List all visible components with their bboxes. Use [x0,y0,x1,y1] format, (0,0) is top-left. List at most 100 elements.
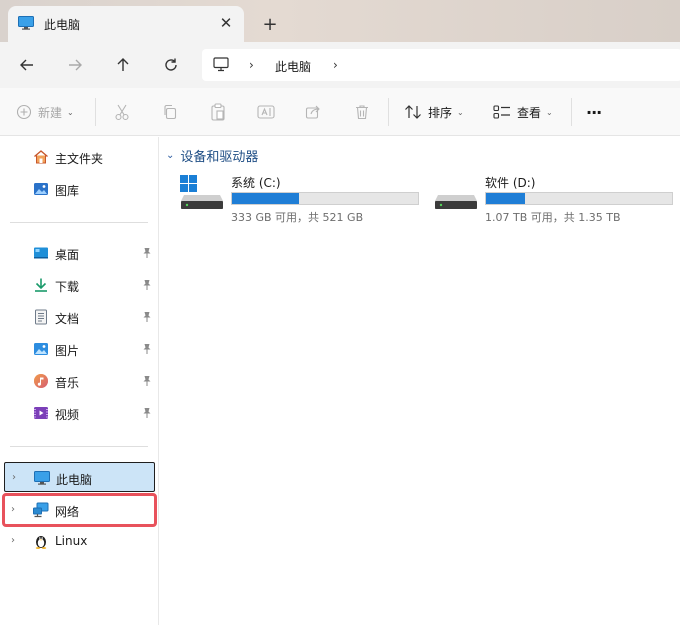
sidebar-item-label: 桌面 [55,248,80,262]
sidebar-item-label: 网络 [55,505,80,519]
title-bar: 此电脑 ✕ + [0,0,680,42]
sidebar-item-label: 此电脑 [56,473,93,487]
sidebar-item-desktop[interactable]: 桌面 [4,238,155,268]
rename-button[interactable] [257,100,275,124]
scissors-icon [115,104,129,121]
monitor-icon [34,470,50,486]
drive-usage-bar [485,192,673,205]
sidebar-item-label: 下载 [55,280,80,294]
refresh-icon [165,58,177,71]
sidebar-item-home[interactable]: 主文件夹 [4,142,155,172]
home-icon [33,149,49,165]
linux-penguin-icon [33,533,49,549]
chevron-down-icon: ⌄ [546,107,553,117]
sidebar-item-pictures[interactable]: 图片 [4,334,155,364]
chevron-right-icon[interactable]: › [11,535,15,546]
plus-circle-icon [16,104,32,120]
copy-button[interactable] [162,100,178,124]
video-icon [33,405,49,421]
picture-icon [33,341,49,357]
pin-icon[interactable] [142,279,152,294]
drive-usage-fill [232,193,300,204]
new-tab-button[interactable]: + [258,12,282,36]
divider [95,98,96,126]
sort-button[interactable]: 排序 ⌄ [404,100,464,124]
music-icon [33,373,49,389]
sidebar-divider [10,222,148,223]
chevron-down-icon: ⌄ [67,107,74,117]
close-tab-icon[interactable]: ✕ [216,13,236,33]
view-button[interactable]: 查看 ⌄ [493,100,553,124]
share-icon [305,105,320,119]
gallery-icon [33,181,49,197]
breadcrumb-separator[interactable]: › [249,58,254,72]
sidebar-item-documents[interactable]: 文档 [4,302,155,332]
drive-c[interactable]: 系统 (C:) 333 GB 可用，共 521 GB [180,173,430,225]
clipboard-icon [211,103,225,121]
sidebar-item-gallery[interactable]: 图库 [4,174,155,204]
refresh-button[interactable] [156,50,186,80]
more-options-button[interactable]: ··· [586,100,602,124]
drive-name: 系统 (C:) [231,176,281,190]
document-icon [33,309,49,325]
delete-button[interactable] [354,100,370,124]
drive-name: 软件 (D:) [485,176,536,190]
new-button[interactable]: 新建 ⌄ [16,100,74,124]
sidebar-item-label: 主文件夹 [55,152,104,166]
breadcrumb-this-pc[interactable]: 此电脑 [275,58,311,75]
drive-space-info: 333 GB 可用，共 521 GB [231,211,364,224]
chevron-down-icon[interactable]: ⌄ [166,150,174,161]
sidebar-item-this-pc[interactable]: › 此电脑 [4,462,155,492]
pin-icon[interactable] [142,375,152,390]
new-label: 新建 [38,105,63,120]
drive-d[interactable]: 软件 (D:) 1.07 TB 可用，共 1.35 TB [434,173,680,225]
drive-space-info: 1.07 TB 可用，共 1.35 TB [485,211,621,224]
sidebar-item-music[interactable]: 音乐 [4,366,155,396]
monitor-icon [18,16,34,33]
navigation-bar: › 此电脑 › [0,42,680,88]
chevron-right-icon[interactable]: › [11,504,15,515]
trash-icon [356,105,368,120]
sidebar-item-label: 视频 [55,408,80,422]
divider [571,98,572,126]
cut-button[interactable] [114,100,130,124]
chevron-right-icon[interactable]: › [12,472,16,483]
up-button[interactable] [108,50,138,80]
back-button[interactable] [12,50,42,80]
content-pane: ⌄ 设备和驱动器 系统 (C:) 333 GB 可用，共 521 GB 软件 (… [160,137,680,625]
group-title: 设备和驱动器 [180,150,259,165]
copy-icon [164,104,177,120]
pin-icon[interactable] [142,407,152,422]
pin-icon[interactable] [142,311,152,326]
sidebar-item-label: 图库 [55,184,80,198]
share-button[interactable] [305,100,321,124]
paste-button[interactable] [210,100,226,124]
sidebar-item-videos[interactable]: 视频 [4,398,155,428]
navigation-pane: 主文件夹 图库 桌面 下载 文档 图片 音乐 视频 › 此电脑 › 网络 › L… [0,137,159,625]
arrow-left-icon [20,59,33,71]
sort-icon [405,105,421,119]
sidebar-item-network[interactable]: › 网络 [2,493,157,527]
address-bar[interactable]: › 此电脑 › [202,49,680,81]
computer-icon [213,57,229,75]
breadcrumb-separator[interactable]: › [333,58,338,72]
arrow-right-icon [69,59,82,71]
group-header-devices[interactable]: ⌄ 设备和驱动器 [166,146,258,165]
forward-button[interactable] [60,50,90,80]
network-icon [33,502,49,518]
sidebar-item-label: Linux [55,534,88,548]
desktop-icon [33,245,49,261]
pin-icon[interactable] [142,343,152,358]
view-list-icon [493,105,510,119]
sidebar-item-downloads[interactable]: 下载 [4,270,155,300]
view-label: 查看 [517,105,542,120]
sidebar-item-linux[interactable]: › Linux [4,526,155,556]
system-drive-icon [180,175,224,214]
drive-icon [434,175,478,214]
sidebar-divider [10,446,148,447]
chevron-down-icon: ⌄ [457,107,464,117]
tab-this-pc[interactable]: 此电脑 ✕ [8,6,244,42]
drive-usage-bar [231,192,419,205]
tab-title: 此电脑 [44,18,81,32]
pin-icon[interactable] [142,247,152,262]
